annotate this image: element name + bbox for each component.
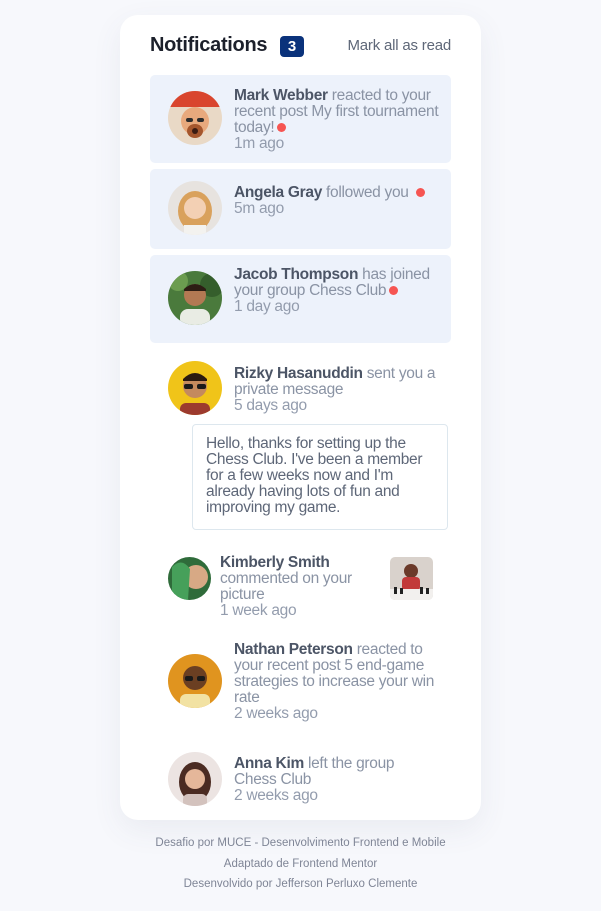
footer-line: Desafio por MUCE - Desenvolvimento Front… bbox=[155, 837, 446, 849]
avatar[interactable] bbox=[168, 752, 222, 806]
notification-action: followed you bbox=[326, 184, 409, 201]
notification-text: Kimberly Smith commented on your picture… bbox=[220, 555, 385, 619]
notification-text: Rizky Hasanuddin sent you a private mess… bbox=[234, 366, 439, 414]
notification-user[interactable]: Anna Kim bbox=[234, 755, 304, 772]
notification-item[interactable]: Jacob Thompson has joined your group Che… bbox=[150, 255, 451, 343]
footer-line: Desenvolvido por Jefferson Perluxo Cleme… bbox=[183, 878, 418, 890]
notification-text: Anna Kim left the group Chess Club 2 wee… bbox=[234, 756, 439, 804]
avatar[interactable] bbox=[168, 271, 222, 325]
unread-dot bbox=[389, 286, 399, 295]
notification-time: 1 week ago bbox=[220, 602, 297, 619]
notification-text: Nathan Peterson reacted to your recent p… bbox=[234, 642, 439, 722]
avatar[interactable] bbox=[168, 361, 222, 415]
avatar[interactable] bbox=[168, 654, 222, 708]
notification-action: commented on your picture bbox=[220, 570, 352, 603]
unread-dot bbox=[415, 188, 425, 197]
notification-time: 5 days ago bbox=[234, 397, 307, 414]
private-message-preview[interactable]: Hello, thanks for setting up the Chess C… bbox=[192, 424, 448, 530]
notification-object[interactable]: Chess Club bbox=[309, 282, 386, 299]
notification-text: Angela Gray followed you 5m ago bbox=[234, 185, 439, 217]
notifications-card: Notifications 3 Mark all as read Mark We… bbox=[120, 15, 481, 820]
notification-object[interactable]: Chess Club bbox=[234, 771, 311, 788]
notification-time: 2 weeks ago bbox=[234, 705, 318, 722]
notification-time: 2 weeks ago bbox=[234, 787, 318, 804]
notification-item[interactable]: Nathan Peterson reacted to your recent p… bbox=[150, 635, 451, 735]
notification-user[interactable]: Jacob Thompson bbox=[234, 266, 358, 283]
notification-user[interactable]: Nathan Peterson bbox=[234, 641, 353, 658]
page-title: Notifications bbox=[150, 34, 268, 56]
notification-action: left the group bbox=[307, 755, 395, 772]
avatar[interactable] bbox=[168, 181, 222, 235]
avatar[interactable] bbox=[168, 557, 211, 600]
unread-dot bbox=[277, 123, 287, 132]
notification-time: 1 day ago bbox=[234, 298, 300, 315]
commented-picture-thumbnail[interactable] bbox=[390, 557, 433, 600]
page-footer: Desafio por MUCE - Desenvolvimento Front… bbox=[0, 833, 601, 895]
notification-item[interactable]: Anna Kim left the group Chess Club 2 wee… bbox=[150, 745, 451, 815]
notification-user[interactable]: Kimberly Smith bbox=[220, 554, 330, 571]
notification-user[interactable]: Angela Gray bbox=[234, 184, 322, 201]
notification-item[interactable]: Mark Webber reacted to your recent post … bbox=[150, 75, 451, 163]
footer-line: Adaptado de Frontend Mentor bbox=[223, 857, 378, 870]
notification-user[interactable]: Rizky Hasanuddin bbox=[234, 365, 363, 382]
unread-count-badge: 3 bbox=[280, 36, 304, 57]
notification-time: 1m ago bbox=[234, 135, 284, 152]
card-header: Notifications 3 Mark all as read bbox=[150, 34, 451, 58]
mark-all-read-button[interactable]: Mark all as read bbox=[347, 37, 451, 54]
avatar[interactable] bbox=[168, 91, 222, 145]
notification-text: Mark Webber reacted to your recent post … bbox=[234, 88, 439, 152]
notification-text: Jacob Thompson has joined your group Che… bbox=[234, 267, 439, 315]
notification-user[interactable]: Mark Webber bbox=[234, 87, 328, 104]
notification-time: 5m ago bbox=[234, 200, 284, 217]
notification-item[interactable]: Angela Gray followed you 5m ago bbox=[150, 169, 451, 249]
